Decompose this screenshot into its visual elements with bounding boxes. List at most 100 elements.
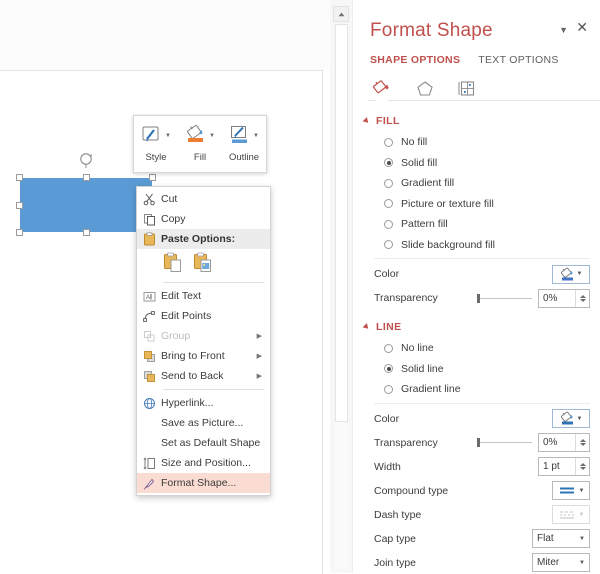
radio-solid-line[interactable]: Solid line (352, 359, 600, 380)
control-fill-color: Color ▼ (352, 262, 600, 286)
radio-gradient-line[interactable]: Gradient line (352, 379, 600, 400)
chevron-down-icon[interactable]: ▼ (559, 25, 568, 35)
style-dropdown-caret-icon[interactable]: ▼ (165, 133, 171, 139)
line-transparency-spinner[interactable]: 0% (538, 433, 590, 452)
context-menu-label: Format Shape... (161, 477, 237, 489)
spinner-arrows[interactable] (575, 289, 589, 307)
collapse-triangle-icon[interactable] (362, 323, 371, 331)
spinner-down-icon[interactable] (579, 443, 586, 446)
section-header-line[interactable]: LINE (352, 316, 600, 338)
rectangle-fill[interactable] (20, 178, 152, 232)
radio-button[interactable] (384, 199, 393, 209)
resize-handle-top-left[interactable] (16, 174, 23, 181)
context-menu-item-save-as-picture[interactable]: Save as Picture... (137, 413, 270, 433)
tab-text-options[interactable]: TEXT OPTIONS (478, 54, 558, 66)
mini-toolbar-style-button[interactable]: ▼ Style (135, 121, 177, 163)
chevron-down-icon[interactable]: ▼ (579, 488, 585, 494)
fill-transparency-spinner[interactable]: 0% (538, 288, 590, 308)
radio-picture-or-texture-fill[interactable]: Picture or texture fill (352, 194, 600, 215)
radio-button[interactable] (384, 219, 393, 229)
scissors-icon (137, 189, 161, 209)
panel-scrollbar[interactable] (330, 0, 353, 573)
chevron-down-icon[interactable]: ▼ (579, 512, 585, 518)
effects-pentagon-icon[interactable] (412, 77, 438, 101)
context-menu-item-hyperlink[interactable]: Hyperlink... (137, 393, 270, 413)
size-and-properties-icon[interactable] (454, 77, 480, 101)
spinner-up-icon[interactable] (579, 463, 586, 466)
resize-handle-top-center[interactable] (82, 174, 90, 181)
chevron-down-icon[interactable]: ▼ (577, 416, 583, 422)
submenu-arrow-icon[interactable]: ▶ (257, 372, 266, 380)
context-menu-label: Copy (161, 213, 186, 225)
chevron-down-icon[interactable]: ▼ (579, 536, 585, 542)
radio-slide-background-fill[interactable]: Slide background fill (352, 235, 600, 256)
radio-button[interactable] (384, 158, 393, 168)
radio-pattern-fill[interactable]: Pattern fill (352, 214, 600, 235)
dash-line-icon (559, 511, 574, 519)
submenu-arrow-icon[interactable]: ▶ (257, 352, 266, 360)
spinner-down-icon[interactable] (579, 467, 586, 470)
context-menu-item-bring-to-front[interactable]: Bring to Front ▶ (137, 346, 270, 366)
radio-button[interactable] (384, 364, 393, 374)
radio-button[interactable] (384, 178, 393, 188)
context-menu-item-size-and-position[interactable]: Size and Position... (137, 453, 270, 473)
spinner-up-icon[interactable] (579, 294, 586, 298)
radio-no-line[interactable]: No line (352, 338, 600, 359)
scroll-up-button[interactable] (333, 6, 349, 22)
spinner-down-icon[interactable] (579, 298, 586, 302)
spinner-arrows[interactable] (575, 458, 589, 475)
context-menu-item-set-as-default-shape[interactable]: Set as Default Shape (137, 433, 270, 453)
compound-type-button[interactable]: ▼ (552, 481, 590, 500)
context-menu-label: Bring to Front (161, 350, 225, 362)
resize-handle-bottom-left[interactable] (16, 229, 23, 236)
collapse-triangle-icon[interactable] (362, 117, 371, 125)
fill-color-button[interactable]: ▼ (552, 264, 590, 284)
line-color-button[interactable]: ▼ (552, 409, 590, 428)
paste-keep-formatting-icon[interactable] (163, 252, 183, 276)
chevron-down-icon[interactable]: ▼ (577, 271, 583, 277)
slider-track[interactable] (480, 442, 532, 443)
resize-handle-middle-left[interactable] (16, 201, 23, 209)
radio-button[interactable] (384, 240, 393, 250)
resize-handle-top-right[interactable] (149, 174, 156, 181)
radio-button[interactable] (384, 343, 393, 353)
radio-button[interactable] (384, 384, 393, 394)
spinner-value[interactable]: 0% (539, 293, 575, 304)
mini-toolbar-outline-label: Outline (228, 152, 260, 163)
section-header-fill[interactable]: FILL (352, 110, 600, 132)
join-type-select[interactable]: Miter ▼ (532, 553, 590, 572)
context-menu-item-edit-points[interactable]: Edit Points (137, 306, 270, 326)
paste-picture-icon[interactable] (193, 252, 213, 276)
spinner-value[interactable]: 1 pt (539, 461, 575, 472)
scrollbar-thumb[interactable] (335, 24, 348, 422)
radio-solid-fill[interactable]: Solid fill (352, 153, 600, 174)
line-transparency-slider[interactable] (476, 438, 532, 447)
spinner-arrows[interactable] (575, 434, 589, 451)
context-menu-item-format-shape[interactable]: Format Shape... (137, 473, 270, 493)
mini-toolbar-fill-button[interactable]: ▼ Fill (179, 121, 221, 163)
radio-no-fill[interactable]: No fill (352, 132, 600, 153)
context-menu-item-edit-text[interactable]: A Edit Text (137, 286, 270, 306)
radio-label: Gradient fill (401, 177, 455, 190)
fill-transparency-slider[interactable] (476, 293, 532, 303)
radio-button[interactable] (384, 137, 393, 147)
tab-shape-options[interactable]: SHAPE OPTIONS (370, 54, 460, 66)
context-menu-item-send-to-back[interactable]: Send to Back ▶ (137, 366, 270, 386)
outline-dropdown-caret-icon[interactable]: ▼ (253, 133, 259, 139)
close-icon[interactable]: ✕ (576, 20, 588, 34)
fill-dropdown-caret-icon[interactable]: ▼ (209, 133, 215, 139)
rotation-handle[interactable] (78, 152, 94, 174)
context-menu-item-copy[interactable]: Copy (137, 209, 270, 229)
selected-rectangle[interactable] (16, 153, 156, 236)
context-menu-item-cut[interactable]: Cut (137, 189, 270, 209)
spinner-up-icon[interactable] (579, 439, 586, 442)
mini-toolbar-outline-button[interactable]: ▼ Outline (223, 121, 265, 163)
dash-type-button[interactable]: ▼ (552, 505, 590, 524)
cap-type-select[interactable]: Flat ▼ (532, 529, 590, 548)
chevron-down-icon[interactable]: ▼ (579, 560, 585, 566)
line-width-spinner[interactable]: 1 pt (538, 457, 590, 476)
slider-track[interactable] (480, 297, 532, 299)
radio-gradient-fill[interactable]: Gradient fill (352, 173, 600, 194)
resize-handle-bottom-center[interactable] (82, 229, 90, 236)
spinner-value[interactable]: 0% (539, 437, 575, 448)
